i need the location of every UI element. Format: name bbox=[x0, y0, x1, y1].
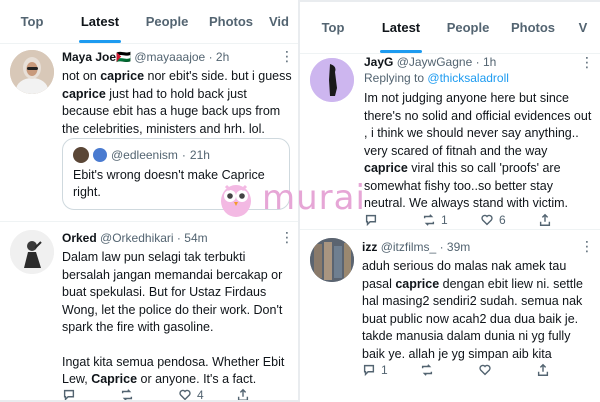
like-count: 6 bbox=[499, 213, 506, 227]
search-tabs: Top Latest People Photos Vid bbox=[0, 0, 298, 44]
like-icon[interactable] bbox=[478, 363, 536, 377]
quoted-avatar bbox=[73, 147, 89, 163]
retweet-icon[interactable] bbox=[120, 388, 178, 400]
watermark-text: murai bbox=[262, 178, 366, 218]
replying-to: Replying to @thicksaladroll bbox=[364, 71, 509, 85]
retweet-icon[interactable] bbox=[420, 363, 478, 377]
timestamp[interactable]: 1h bbox=[483, 55, 496, 69]
reply-count: 1 bbox=[381, 363, 388, 377]
avatar[interactable] bbox=[10, 230, 54, 274]
tweet-header: izz @itzfilms_ · 39m bbox=[362, 240, 471, 254]
timestamp[interactable]: 2h bbox=[216, 50, 229, 64]
speaking-head-icon bbox=[93, 148, 107, 162]
reply-icon[interactable] bbox=[62, 388, 120, 400]
tab-photos[interactable]: Photos bbox=[198, 0, 264, 43]
more-icon[interactable]: ⋮ bbox=[580, 238, 594, 255]
timestamp[interactable]: 39m bbox=[447, 240, 470, 254]
tab-people[interactable]: People bbox=[136, 0, 198, 43]
tab-photos[interactable]: Photos bbox=[500, 2, 566, 53]
like-count: 4 bbox=[197, 388, 204, 400]
flag-emoji: 🇵🇸 bbox=[116, 50, 131, 64]
tab-top[interactable]: Top bbox=[300, 2, 366, 53]
tweet-text: aduh serious do malas nak amek tau pasal… bbox=[362, 259, 583, 361]
handle[interactable]: @Orkedhikari bbox=[100, 231, 174, 245]
tweet-text: Dalam law pun selagi tak terbukti bersal… bbox=[62, 250, 285, 386]
retweet-count: 1 bbox=[441, 213, 448, 227]
tweet-header: Maya Joe🇵🇸 @mayaaajoe · 2h bbox=[62, 50, 230, 64]
more-icon[interactable]: ⋮ bbox=[580, 54, 594, 71]
like-button[interactable]: 4 bbox=[178, 388, 236, 400]
timestamp[interactable]: 54m bbox=[184, 231, 207, 245]
tweet[interactable]: Orked @Orkedhikari · 54m ⋮ Dalam law pun… bbox=[0, 222, 298, 400]
display-name[interactable]: Maya Joe bbox=[62, 50, 116, 64]
like-icon bbox=[481, 214, 493, 226]
tweet[interactable]: izz @itzfilms_ · 39m ⋮ aduh serious do m… bbox=[300, 232, 600, 402]
tab-people[interactable]: People bbox=[436, 2, 500, 53]
retweet-icon bbox=[423, 214, 435, 226]
reply-icon[interactable] bbox=[364, 213, 422, 227]
tab-videos[interactable]: V bbox=[566, 2, 600, 53]
tweet-text: Im not judging anyone here but since the… bbox=[364, 91, 592, 210]
like-button[interactable]: 6 bbox=[480, 213, 538, 227]
display-name[interactable]: Orked bbox=[62, 231, 97, 245]
handle[interactable]: @JaywGagne bbox=[397, 55, 473, 69]
share-icon[interactable] bbox=[536, 363, 550, 377]
avatar[interactable] bbox=[310, 238, 354, 282]
more-icon[interactable]: ⋮ bbox=[280, 229, 294, 246]
avatar[interactable] bbox=[10, 50, 54, 94]
handle[interactable]: @itzfilms_ bbox=[381, 240, 437, 254]
tab-top[interactable]: Top bbox=[0, 0, 64, 43]
reply-button[interactable]: 1 bbox=[362, 363, 420, 377]
display-name[interactable]: JayG bbox=[364, 55, 393, 69]
handle[interactable]: @mayaaajoe bbox=[134, 50, 205, 64]
like-icon bbox=[179, 389, 191, 400]
tweet-actions: 1 bbox=[362, 363, 550, 377]
reply-icon bbox=[363, 364, 375, 377]
tab-latest[interactable]: Latest bbox=[64, 0, 136, 43]
search-tabs: Top Latest People Photos V bbox=[300, 2, 600, 54]
tweet-header: JayG @JaywGagne · 1h bbox=[364, 55, 497, 69]
quoted-tweet-header: @edleenism · 21h bbox=[73, 147, 210, 163]
avatar[interactable] bbox=[310, 58, 354, 102]
tab-latest[interactable]: Latest bbox=[366, 2, 436, 53]
more-icon[interactable]: ⋮ bbox=[280, 48, 294, 65]
tweet-actions: 1 6 bbox=[364, 213, 552, 227]
share-icon[interactable] bbox=[236, 388, 250, 400]
quoted-timestamp: 21h bbox=[189, 148, 210, 162]
display-name[interactable]: izz bbox=[362, 240, 377, 254]
tweet-header: Orked @Orkedhikari · 54m bbox=[62, 231, 208, 245]
tweet-actions: 4 bbox=[62, 388, 250, 400]
retweet-button[interactable]: 1 bbox=[422, 213, 480, 227]
quoted-handle: @edleenism bbox=[111, 148, 178, 162]
watermark: murai bbox=[218, 178, 366, 218]
reply-mention[interactable]: @thicksaladroll bbox=[427, 71, 509, 85]
tweet-text: not on caprice nor ebit's side. but i gu… bbox=[62, 69, 292, 136]
tab-videos[interactable]: Vid bbox=[264, 0, 294, 43]
share-icon[interactable] bbox=[538, 213, 552, 227]
owl-logo-icon bbox=[221, 184, 251, 217]
